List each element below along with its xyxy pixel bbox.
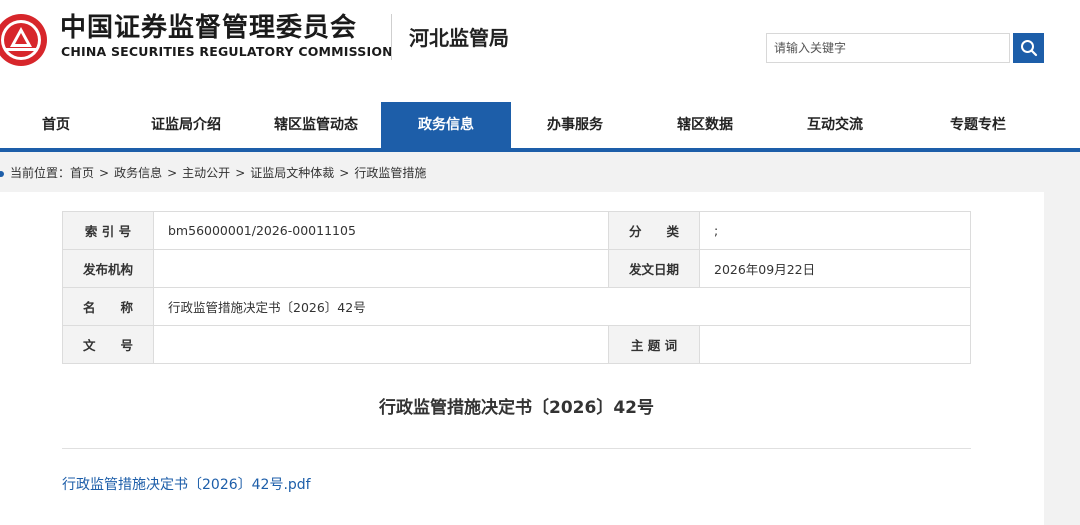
csrc-emblem-icon[interactable] xyxy=(0,13,48,67)
breadcrumb-separator: > xyxy=(99,166,110,180)
content-divider xyxy=(62,448,971,449)
breadcrumb-separator: > xyxy=(235,166,246,180)
category-value: ; xyxy=(699,211,971,250)
table-row: 文 号 主 题 词 xyxy=(62,325,971,364)
nav-item-special-topics[interactable]: 专题专栏 xyxy=(914,102,1042,148)
site-header: 中国证券监督管理委员会 CHINA SECURITIES REGULATORY … xyxy=(0,0,1080,102)
attachment-pdf-link[interactable]: 行政监管措施决定书〔2026〕42号.pdf xyxy=(62,474,311,494)
table-row: 索 引 号 bm56000001/2026-00011105 分 类 ; xyxy=(62,211,971,250)
table-row: 发布机构 发文日期 2026年09月22日 xyxy=(62,249,971,288)
breadcrumb-separator: > xyxy=(167,166,178,180)
search-icon xyxy=(1020,40,1037,57)
table-row: 名 称 行政监管措施决定书〔2026〕42号 xyxy=(62,287,971,326)
breadcrumb-regulatory-measures[interactable]: 行政监管措施 xyxy=(354,166,426,180)
bureau-name: 河北监管局 xyxy=(409,26,509,50)
index-no-value: bm56000001/2026-00011105 xyxy=(153,211,609,250)
document-meta-table: 索 引 号 bm56000001/2026-00011105 分 类 ; 发布机… xyxy=(62,211,971,364)
category-label: 分 类 xyxy=(608,211,700,250)
nav-item-home[interactable]: 首页 xyxy=(0,102,112,148)
nav-item-interaction[interactable]: 互动交流 xyxy=(771,102,899,148)
breadcrumb: 当前位置：首页 > 政务信息 > 主动公开 > 证监局文种体裁 > 行政监管措施 xyxy=(0,158,1080,188)
breadcrumb-active-disclosure[interactable]: 主动公开 xyxy=(182,166,230,180)
search-button[interactable] xyxy=(1013,33,1044,63)
doc-number-value xyxy=(153,325,609,364)
nav-item-services[interactable]: 办事服务 xyxy=(511,102,639,148)
content-panel: 索 引 号 bm56000001/2026-00011105 分 类 ; 发布机… xyxy=(0,192,1044,525)
main-nav: 首页 证监局介绍 辖区监管动态 政务信息 办事服务 辖区数据 互动交流 专题专栏 xyxy=(0,102,1080,152)
publisher-value xyxy=(153,249,609,288)
org-name-en: CHINA SECURITIES REGULATORY COMMISSION xyxy=(61,44,393,59)
nav-item-regional-dynamics[interactable]: 辖区监管动态 xyxy=(252,102,380,148)
nav-item-government-info[interactable]: 政务信息 xyxy=(381,102,511,148)
breadcrumb-home[interactable]: 首页 xyxy=(70,166,94,180)
breadcrumb-separator: > xyxy=(339,166,350,180)
location-dot-icon xyxy=(0,170,4,177)
publisher-label: 发布机构 xyxy=(62,249,154,288)
doc-number-label: 文 号 xyxy=(62,325,154,364)
issue-date-label: 发文日期 xyxy=(608,249,700,288)
index-no-label: 索 引 号 xyxy=(62,211,154,250)
breadcrumb-government-info[interactable]: 政务信息 xyxy=(114,166,162,180)
nav-item-bureau-intro[interactable]: 证监局介绍 xyxy=(122,102,250,148)
search-input[interactable] xyxy=(766,33,1010,63)
breadcrumb-document-genre[interactable]: 证监局文种体裁 xyxy=(250,166,334,180)
header-divider xyxy=(391,14,392,60)
breadcrumb-prefix: 当前位置： xyxy=(10,166,71,180)
issue-date-value: 2026年09月22日 xyxy=(699,249,971,288)
document-title: 行政监管措施决定书〔2026〕42号 xyxy=(379,398,654,418)
keywords-label: 主 题 词 xyxy=(608,325,700,364)
doc-name-value: 行政监管措施决定书〔2026〕42号 xyxy=(153,287,971,326)
org-name-cn: 中国证券监督管理委员会 xyxy=(60,13,358,43)
doc-name-label: 名 称 xyxy=(62,287,154,326)
keywords-value xyxy=(699,325,971,364)
nav-item-regional-data[interactable]: 辖区数据 xyxy=(641,102,769,148)
